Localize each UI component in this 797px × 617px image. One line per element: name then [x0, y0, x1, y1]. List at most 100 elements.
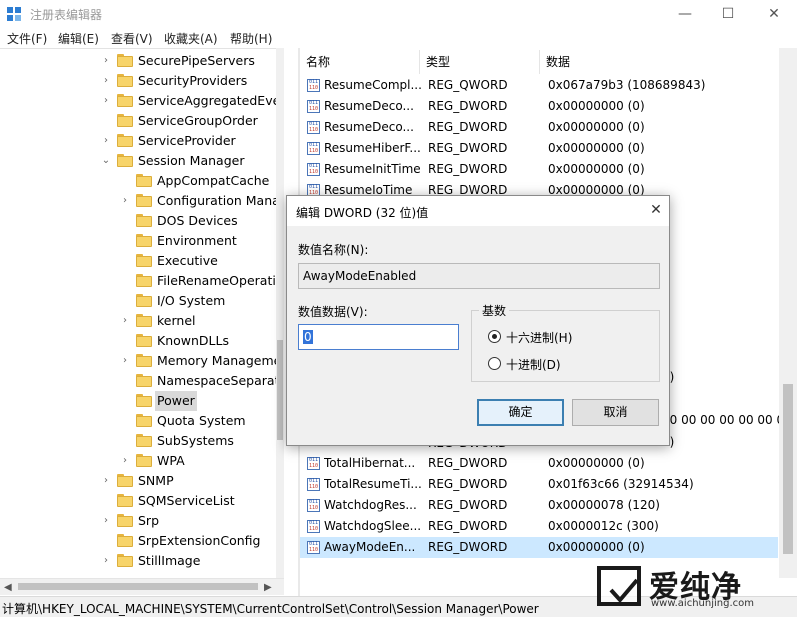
menu-file[interactable]: 文件(F) [7, 30, 47, 47]
ok-button[interactable]: 确定 [477, 399, 564, 426]
tree-item-label[interactable]: ServiceGroupOrder [136, 111, 260, 131]
value-row[interactable]: WatchdogRes... REG_DWORD 0x00000078 (120) [300, 495, 778, 516]
tree-item[interactable]: Executive [0, 251, 284, 271]
tree-item-label[interactable]: SecurePipeServers [136, 51, 257, 71]
dialog-close-button[interactable]: ✕ [645, 199, 667, 221]
scroll-left-icon[interactable]: ◀ [4, 579, 12, 596]
expand-icon[interactable]: › [120, 311, 130, 331]
value-row[interactable]: ResumeCompl... REG_QWORD 0x067a79b3 (10868… [300, 75, 778, 96]
tree-vertical-scrollbar[interactable] [276, 48, 284, 578]
tree-item[interactable]: › Configuration Manag [0, 191, 284, 211]
tree-scroll-thumb[interactable] [277, 340, 283, 440]
value-row[interactable]: TotalResumeTi... REG_DWORD 0x01f63c66 (329… [300, 474, 778, 495]
tree-item[interactable]: SrpExtensionConfig [0, 531, 284, 551]
tree-item[interactable]: › SNMP [0, 471, 284, 491]
radio-hexadecimal-label[interactable]: 十六进制(H) [506, 329, 572, 346]
menu-edit[interactable]: 编辑(E) [58, 30, 99, 47]
expand-icon[interactable]: › [120, 451, 130, 471]
tree-item-label[interactable]: NamespaceSeparatio [155, 371, 284, 391]
scroll-right-icon[interactable]: ▶ [264, 579, 272, 596]
radio-decimal[interactable] [488, 357, 501, 370]
tree-item[interactable]: › WPA [0, 451, 284, 471]
expand-icon[interactable]: › [101, 131, 111, 151]
tree-item-label[interactable]: SQMServiceList [136, 491, 237, 511]
tree-item-label[interactable]: Memory Manageme [155, 351, 283, 371]
tree-item-label[interactable]: AppCompatCache [155, 171, 271, 191]
expand-icon[interactable]: › [120, 191, 130, 211]
value-data-input[interactable]: 0 [298, 324, 459, 350]
value-row[interactable]: WatchdogSlee... REG_DWORD 0x0000012c (300) [300, 516, 778, 537]
tree-item-label[interactable]: SubSystems [155, 431, 236, 451]
tree-item-label[interactable]: SrpExtensionConfig [136, 531, 262, 551]
tree-item-label[interactable]: Quota System [155, 411, 248, 431]
tree-item-label[interactable]: SecurityProviders [136, 71, 249, 91]
tree-item[interactable]: AppCompatCache [0, 171, 284, 191]
tree-item-label[interactable]: ServiceProvider [136, 131, 238, 151]
expand-icon[interactable]: › [101, 51, 111, 71]
value-row[interactable]: AwayModeEn... REG_DWORD 0x00000000 (0) [300, 537, 778, 558]
column-data-header[interactable]: 数据 [540, 50, 780, 74]
value-row[interactable]: ResumeDeco... REG_DWORD 0x00000000 (0) [300, 96, 778, 117]
tree-item[interactable]: I/O System [0, 291, 284, 311]
tree-item[interactable]: › Srp [0, 511, 284, 531]
tree-item[interactable]: › StillImage [0, 551, 284, 571]
tree-item-label[interactable]: ServiceAggregatedEven [136, 91, 284, 111]
value-row[interactable]: ResumeInitTime REG_DWORD 0x00000000 (0) [300, 159, 778, 180]
value-row[interactable]: ResumeDeco... REG_DWORD 0x00000000 (0) [300, 117, 778, 138]
tree-item-label[interactable]: kernel [155, 311, 198, 331]
tree-item-label[interactable]: Configuration Manag [155, 191, 284, 211]
maximize-button[interactable]: ☐ [705, 0, 751, 28]
tree-item-label[interactable]: Srp [136, 511, 161, 531]
tree-item-label[interactable]: Power [155, 391, 197, 411]
value-row[interactable]: TotalHibernat... REG_DWORD 0x00000000 (0) [300, 453, 778, 474]
radio-decimal-label[interactable]: 十进制(D) [506, 356, 561, 373]
collapse-icon[interactable]: ⌄ [101, 151, 111, 171]
close-window-button[interactable]: ✕ [751, 0, 797, 28]
expand-icon[interactable]: › [101, 511, 111, 531]
list-scroll-thumb[interactable] [783, 384, 793, 554]
value-row[interactable]: ResumeHiberF... REG_DWORD 0x00000000 (0) [300, 138, 778, 159]
tree-item[interactable]: KnownDLLs [0, 331, 284, 351]
menu-view[interactable]: 查看(V) [111, 30, 153, 47]
expand-icon[interactable]: › [101, 471, 111, 491]
radio-hexadecimal[interactable] [488, 330, 501, 343]
expand-icon[interactable]: › [120, 351, 130, 371]
tree-item[interactable]: FileRenameOperatio [0, 271, 284, 291]
registry-tree[interactable]: › SecurePipeServers › SecurityProviders › Ser… [0, 48, 284, 596]
tree-item-label[interactable]: Executive [155, 251, 220, 271]
tree-item[interactable]: › Memory Manageme [0, 351, 284, 371]
tree-item-label[interactable]: WPA [155, 451, 187, 471]
tree-item[interactable]: ⌄ Session Manager [0, 151, 284, 171]
expand-icon[interactable]: › [101, 71, 111, 91]
tree-item-label[interactable]: DOS Devices [155, 211, 240, 231]
tree-item[interactable]: › ServiceAggregatedEven [0, 91, 284, 111]
tree-item-label[interactable]: Session Manager [136, 151, 246, 171]
tree-item[interactable]: Environment [0, 231, 284, 251]
tree-item[interactable]: DOS Devices [0, 211, 284, 231]
minimize-button[interactable]: — [662, 0, 708, 28]
tree-item[interactable]: Quota System [0, 411, 284, 431]
tree-item-label[interactable]: I/O System [155, 291, 227, 311]
tree-item[interactable]: SubSystems [0, 431, 284, 451]
tree-item-label[interactable]: FileRenameOperatio [155, 271, 284, 291]
tree-item[interactable]: Power [0, 391, 284, 411]
tree-item[interactable]: › SecurePipeServers [0, 51, 284, 71]
tree-item[interactable]: › SecurityProviders [0, 71, 284, 91]
expand-icon[interactable]: › [101, 551, 111, 571]
tree-item[interactable]: SQMServiceList [0, 491, 284, 511]
column-type-header[interactable]: 类型 [420, 50, 540, 74]
tree-item-label[interactable]: StillImage [136, 551, 202, 571]
column-name-header[interactable]: 名称 [300, 50, 420, 74]
tree-item[interactable]: › ServiceProvider [0, 131, 284, 151]
cancel-button[interactable]: 取消 [572, 399, 659, 426]
tree-item-label[interactable]: KnownDLLs [155, 331, 231, 351]
tree-item[interactable]: › kernel [0, 311, 284, 331]
menu-favorites[interactable]: 收藏夹(A) [164, 30, 218, 47]
tree-hscroll-thumb[interactable] [18, 583, 258, 590]
expand-icon[interactable]: › [101, 91, 111, 111]
tree-item[interactable]: NamespaceSeparatio [0, 371, 284, 391]
menu-help[interactable]: 帮助(H) [230, 30, 272, 47]
tree-item-label[interactable]: SNMP [136, 471, 176, 491]
tree-item-label[interactable]: Environment [155, 231, 239, 251]
tree-item[interactable]: ServiceGroupOrder [0, 111, 284, 131]
